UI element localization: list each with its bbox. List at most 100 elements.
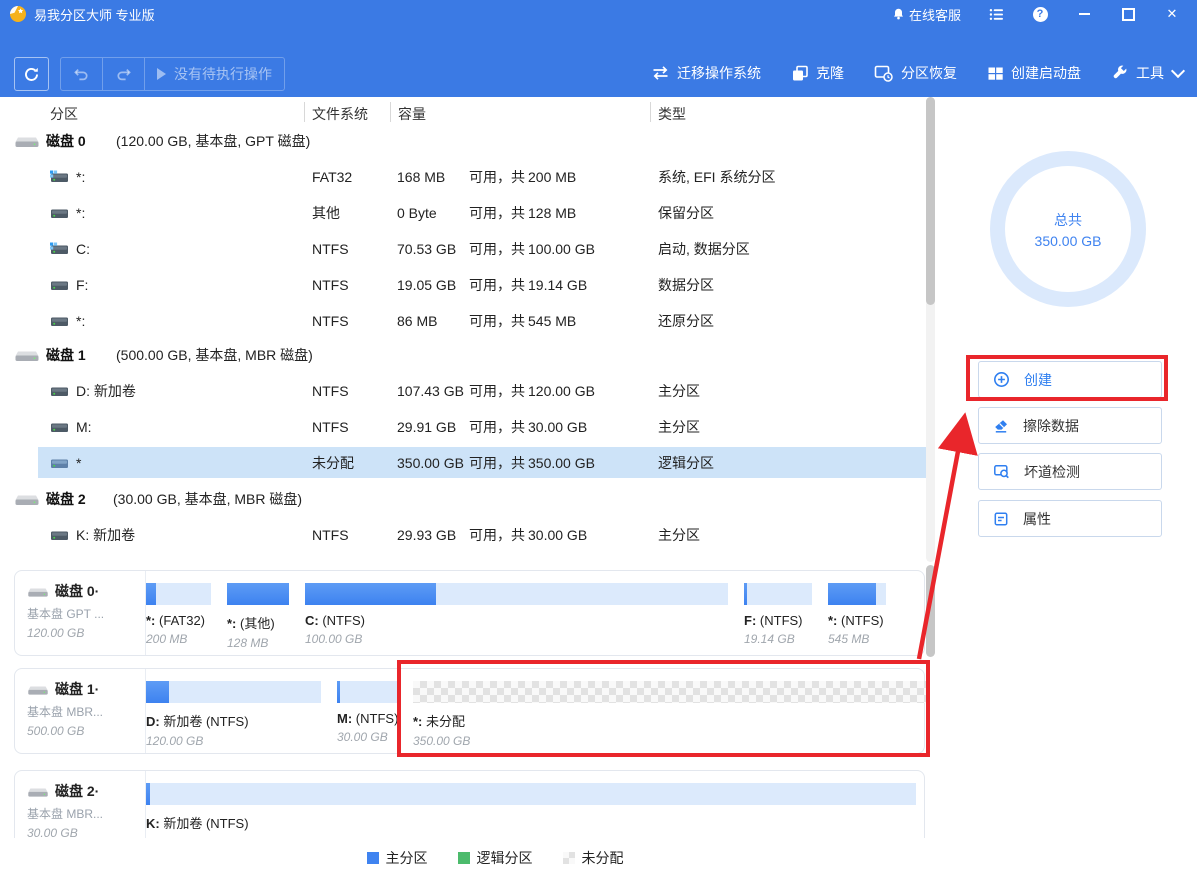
plus-circle-icon <box>993 371 1010 388</box>
partition-fs: NTFS <box>312 313 349 329</box>
disk-map-bus: 基本盘 GPT ... <box>27 605 145 622</box>
table-row-c[interactable]: C: NTFS 70.53 GB可用，共100.00 GB 启动, 数据分区 <box>0 232 926 266</box>
undo-button[interactable] <box>61 58 102 90</box>
scrollbar-thumb-lower[interactable] <box>926 565 935 657</box>
table-row-recovery[interactable]: *: NTFS 86 MB可用，共545 MB 还原分区 <box>0 304 926 338</box>
online-support-label: 在线客服 <box>909 5 961 24</box>
gauge-value: 350.00 GB <box>1035 233 1102 249</box>
legend: 主分区 逻辑分区 未分配 <box>0 838 940 877</box>
partition-block-reserved[interactable]: *: (其他) 128 MB <box>227 583 289 650</box>
partition-fs: NTFS <box>312 241 349 257</box>
wipe-data-button[interactable]: 擦除数据 <box>978 407 1162 444</box>
close-button[interactable]: ✕ <box>1163 5 1181 23</box>
table-row-m[interactable]: M: NTFS 29.91 GB可用，共30.00 GB 主分区 <box>0 410 926 444</box>
properties-button[interactable]: 属性 <box>978 500 1162 537</box>
redo-button[interactable] <box>103 58 144 90</box>
partition-capacity: 107.43 GB可用，共120.00 GB <box>397 381 595 401</box>
surface-test-button[interactable]: 坏道检测 <box>978 453 1162 490</box>
gauge-label: 总共 <box>1054 210 1082 230</box>
disk-icon <box>27 585 49 598</box>
wipe-data-label: 擦除数据 <box>1023 416 1079 436</box>
disk-check-icon <box>993 463 1010 480</box>
partition-recovery-button[interactable]: 分区恢复 <box>874 63 957 83</box>
help-button[interactable]: ? <box>1031 5 1049 23</box>
disk1-map-panel[interactable]: 磁盘 1· 基本盘 MBR... 500.00 GB D: 新加卷 (NTFS)… <box>14 668 925 754</box>
disk-icon <box>14 134 40 149</box>
tools-button[interactable]: 工具 <box>1111 63 1183 83</box>
boot-disk-icon <box>987 65 1004 82</box>
create-boot-disk-button[interactable]: 创建启动盘 <box>987 63 1081 83</box>
menu-list-button[interactable] <box>987 5 1005 23</box>
partition-block-d[interactable]: D: 新加卷 (NTFS) 120.00 GB <box>146 681 321 748</box>
partition-name: K: 新加卷 <box>76 525 135 545</box>
operations-group: 没有待执行操作 <box>60 57 285 91</box>
partition-block-m[interactable]: M: (NTFS) 30.00 GB <box>337 681 397 748</box>
refresh-icon <box>23 66 40 83</box>
create-boot-disk-label: 创建启动盘 <box>1011 63 1081 83</box>
disk-map-name: 磁盘 2· <box>55 781 99 801</box>
legend-unallocated: 未分配 <box>563 848 624 868</box>
table-row-efi[interactable]: *: FAT32 168 MB可用，共200 MB 系统, EFI 系统分区 <box>0 160 926 194</box>
partition-type: 启动, 数据分区 <box>658 239 750 259</box>
partition-block-unallocated[interactable]: *: 未分配 350.00 GB <box>413 681 928 748</box>
table-row-disk2[interactable]: 磁盘 2 (30.00 GB, 基本盘, MBR 磁盘) <box>0 482 926 516</box>
clone-button[interactable]: 克隆 <box>791 63 844 83</box>
partition-capacity: 70.53 GB可用，共100.00 GB <box>397 239 595 259</box>
partition-bar <box>744 583 812 605</box>
partition-capacity: 29.91 GB可用，共30.00 GB <box>397 417 587 437</box>
disk-name: 磁盘 1 <box>46 345 86 365</box>
online-support-button[interactable]: 在线客服 <box>892 5 961 24</box>
partition-bar <box>146 681 321 703</box>
table-row-unallocated-selected[interactable]: * 未分配 350.00 GB可用，共350.00 GB 逻辑分区 <box>38 447 926 478</box>
list-icon <box>989 8 1004 21</box>
disk-icon <box>27 785 49 798</box>
legend-logical: 逻辑分区 <box>458 848 533 868</box>
partition-name: * <box>76 455 81 471</box>
refresh-button[interactable] <box>14 57 49 91</box>
disk1-info: 磁盘 1· 基本盘 MBR... 500.00 GB <box>15 669 146 753</box>
disk-icon <box>14 348 40 363</box>
partition-fs: NTFS <box>312 383 349 399</box>
partition-type: 主分区 <box>658 525 700 545</box>
properties-label: 属性 <box>1023 509 1051 529</box>
system-partition-icon <box>50 243 69 256</box>
partition-block-c[interactable]: C: (NTFS) 100.00 GB <box>305 583 728 650</box>
pending-operations-button[interactable]: 没有待执行操作 <box>145 58 284 90</box>
toolbar: 没有待执行操作 迁移操作系统 克隆 <box>0 28 1197 97</box>
partition-type: 逻辑分区 <box>658 453 714 473</box>
app-logo-icon <box>9 5 27 23</box>
disk-detail: (500.00 GB, 基本盘, MBR 磁盘) <box>116 345 313 365</box>
partition-name: *: <box>76 169 85 185</box>
play-icon <box>157 68 166 80</box>
table-row-d[interactable]: D: 新加卷 NTFS 107.43 GB可用，共120.00 GB 主分区 <box>0 374 926 408</box>
partition-bar <box>146 583 211 605</box>
disk-icon <box>27 683 49 696</box>
partition-name: M: <box>76 419 92 435</box>
clone-icon <box>791 64 809 82</box>
table-row-reserved[interactable]: *: 其他 0 Byte可用，共128 MB 保留分区 <box>0 196 926 230</box>
partition-block-recovery[interactable]: *: (NTFS) 545 MB <box>828 583 886 650</box>
table-row-k[interactable]: K: 新加卷 NTFS 29.93 GB可用，共30.00 GB 主分区 <box>0 518 926 552</box>
migrate-os-button[interactable]: 迁移操作系统 <box>651 63 761 83</box>
unallocated-bar <box>413 681 928 703</box>
wrench-icon <box>1111 64 1129 82</box>
table-row-disk0[interactable]: 磁盘 0 (120.00 GB, 基本盘, GPT 磁盘) <box>0 124 926 158</box>
minimize-button[interactable] <box>1075 5 1093 23</box>
partition-fs: 其他 <box>312 203 340 223</box>
table-row-disk1[interactable]: 磁盘 1 (500.00 GB, 基本盘, MBR 磁盘) <box>0 338 926 372</box>
table-row-f[interactable]: F: NTFS 19.05 GB可用，共19.14 GB 数据分区 <box>0 268 926 302</box>
disk0-map-panel[interactable]: 磁盘 0· 基本盘 GPT ... 120.00 GB *: (FAT32) 2… <box>14 570 925 656</box>
partition-icon <box>50 529 69 542</box>
disk-map-size: 120.00 GB <box>27 626 145 640</box>
disk0-info: 磁盘 0· 基本盘 GPT ... 120.00 GB <box>15 571 146 655</box>
surface-test-label: 坏道检测 <box>1024 462 1080 482</box>
disk-detail: (120.00 GB, 基本盘, GPT 磁盘) <box>116 131 310 151</box>
partition-capacity: 0 Byte可用，共128 MB <box>397 203 576 223</box>
maximize-button[interactable] <box>1119 5 1137 23</box>
partition-block-f[interactable]: F: (NTFS) 19.14 GB <box>744 583 812 650</box>
partition-block-efi[interactable]: *: (FAT32) 200 MB <box>146 583 211 650</box>
scrollbar-thumb[interactable] <box>926 97 935 305</box>
disk-map-name: 磁盘 0· <box>55 581 99 601</box>
partition-fs: FAT32 <box>312 169 352 185</box>
create-button[interactable]: 创建 <box>978 361 1162 398</box>
